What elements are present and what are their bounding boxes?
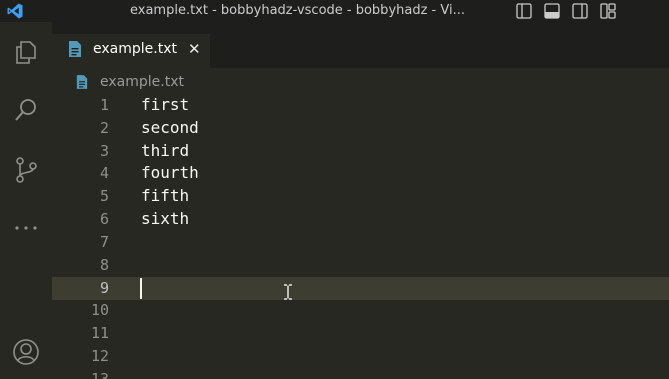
line-number: 1 (99, 96, 109, 114)
vscode-logo-icon (7, 3, 23, 19)
title-bar: example.txt - bobbyhadz-vscode - bobbyha… (0, 0, 669, 22)
tab-example-txt[interactable]: example.txt ✕ (52, 34, 210, 68)
line-text[interactable]: first (141, 95, 189, 114)
code-line[interactable]: 8 (52, 254, 669, 277)
current-line[interactable]: 9 (52, 277, 669, 300)
code-line[interactable]: 3 third (52, 140, 669, 163)
code-line[interactable]: 6 sixth (52, 208, 669, 231)
breadcrumb[interactable]: example.txt (52, 70, 669, 94)
code-line[interactable]: 10 (52, 299, 669, 322)
more-icon[interactable] (12, 214, 40, 242)
line-number: 6 (99, 210, 109, 228)
line-number: 4 (99, 164, 109, 182)
text-cursor (140, 278, 142, 299)
line-number: 5 (99, 187, 109, 205)
activity-bar (0, 22, 52, 379)
text-file-icon (76, 75, 88, 89)
customize-layout-icon[interactable] (599, 2, 617, 20)
close-tab-icon[interactable]: ✕ (188, 40, 201, 58)
line-number: 10 (90, 301, 109, 319)
code-line[interactable]: 2 second (52, 117, 669, 140)
code-line[interactable]: 1 first (52, 94, 669, 117)
editor-tabs: example.txt ✕ (52, 22, 669, 68)
code-line[interactable]: 5 fifth (52, 185, 669, 208)
layout-controls (510, 0, 622, 22)
line-number: 9 (99, 279, 109, 297)
line-text[interactable]: second (141, 118, 199, 137)
line-text[interactable]: sixth (141, 209, 189, 228)
line-text[interactable]: third (141, 141, 189, 160)
line-number: 3 (99, 142, 109, 160)
breadcrumb-filename[interactable]: example.txt (100, 74, 184, 90)
editor-area[interactable]: 1 first 2 second 3 third 4 fourth 5 fift… (52, 94, 669, 379)
line-number: 2 (99, 119, 109, 137)
toggle-secondary-sidebar-icon[interactable] (571, 2, 589, 20)
window-title: example.txt - bobbyhadz-vscode - bobbyha… (130, 3, 465, 18)
text-file-icon (69, 41, 81, 57)
line-number: 12 (90, 347, 109, 365)
code-line[interactable]: 4 fourth (52, 162, 669, 185)
line-text[interactable]: fourth (141, 163, 199, 182)
line-text[interactable]: fifth (141, 186, 189, 205)
toggle-panel-icon[interactable] (543, 2, 561, 20)
explorer-icon[interactable] (12, 38, 40, 66)
code-line[interactable]: 13 (52, 368, 669, 379)
ibeam-cursor-icon (284, 284, 292, 300)
account-icon[interactable] (12, 338, 40, 366)
tab-label: example.txt (93, 41, 177, 57)
code-line[interactable]: 12 (52, 345, 669, 368)
source-control-icon[interactable] (12, 156, 40, 184)
toggle-primary-sidebar-icon[interactable] (515, 2, 533, 20)
line-number: 11 (90, 324, 109, 342)
line-number: 13 (90, 370, 109, 379)
line-number: 8 (99, 256, 109, 274)
code-line[interactable]: 11 (52, 322, 669, 345)
code-line[interactable]: 7 (52, 231, 669, 254)
search-icon[interactable] (12, 96, 40, 124)
line-number: 7 (99, 233, 109, 251)
